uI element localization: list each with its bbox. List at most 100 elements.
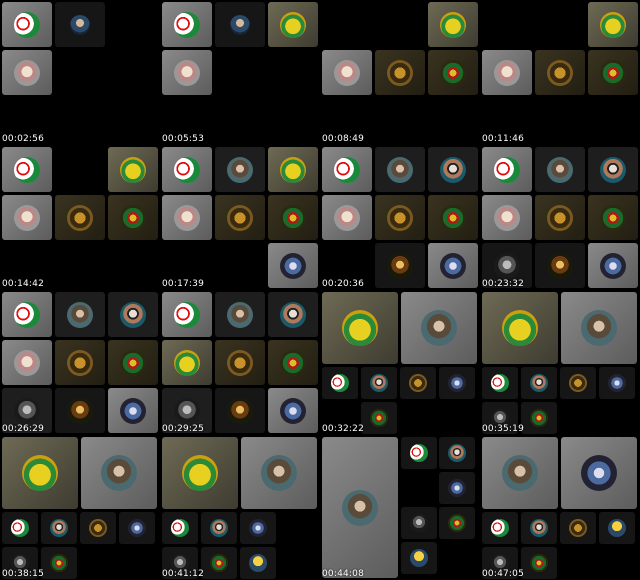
participant-tile[interactable]	[201, 512, 237, 544]
participant-tile[interactable]	[521, 512, 557, 544]
participant-tile[interactable]	[361, 367, 397, 399]
participant-tile[interactable]	[41, 512, 77, 544]
participant-tile[interactable]	[2, 2, 52, 47]
participant-tile[interactable]	[588, 195, 638, 240]
thumbnail-frame[interactable]: 00:14:42	[0, 145, 159, 290]
participant-tile[interactable]	[482, 147, 532, 192]
participant-tile[interactable]	[162, 292, 212, 337]
participant-tile[interactable]	[215, 292, 265, 337]
participant-tile[interactable]	[108, 388, 158, 433]
participant-tile[interactable]	[268, 388, 318, 433]
participant-tile[interactable]	[162, 437, 238, 509]
participant-tile[interactable]	[162, 50, 212, 95]
participant-tile[interactable]	[55, 292, 105, 337]
participant-tile[interactable]	[588, 50, 638, 95]
participant-tile[interactable]	[162, 2, 212, 47]
participant-tile[interactable]	[268, 147, 318, 192]
participant-tile[interactable]	[521, 367, 557, 399]
participant-tile[interactable]	[55, 2, 105, 47]
thumbnail-frame[interactable]: 00:08:49	[320, 0, 479, 145]
participant-tile[interactable]	[401, 437, 437, 469]
participant-tile[interactable]	[401, 507, 437, 539]
participant-tile[interactable]	[162, 340, 212, 385]
participant-tile[interactable]	[268, 340, 318, 385]
participant-tile[interactable]	[119, 512, 155, 544]
participant-tile[interactable]	[108, 195, 158, 240]
thumbnail-frame[interactable]: 00:47:05	[480, 435, 639, 580]
thumbnail-frame[interactable]: 00:23:32	[480, 145, 639, 290]
participant-tile[interactable]	[55, 340, 105, 385]
participant-tile[interactable]	[439, 367, 475, 399]
participant-tile[interactable]	[521, 402, 557, 434]
participant-tile[interactable]	[375, 50, 425, 95]
participant-tile[interactable]	[482, 367, 518, 399]
participant-tile[interactable]	[322, 437, 398, 578]
participant-tile[interactable]	[2, 50, 52, 95]
participant-tile[interactable]	[2, 512, 38, 544]
thumbnail-frame[interactable]: 00:17:39	[160, 145, 319, 290]
participant-tile[interactable]	[108, 340, 158, 385]
participant-tile[interactable]	[482, 195, 532, 240]
participant-tile[interactable]	[322, 292, 398, 364]
participant-tile[interactable]	[561, 292, 637, 364]
participant-tile[interactable]	[201, 547, 237, 579]
thumbnail-frame[interactable]: 00:38:15	[0, 435, 159, 580]
participant-tile[interactable]	[439, 472, 475, 504]
participant-tile[interactable]	[81, 437, 157, 509]
thumbnail-frame[interactable]: 00:05:53	[160, 0, 319, 145]
participant-tile[interactable]	[215, 147, 265, 192]
thumbnail-frame[interactable]: 00:26:29	[0, 290, 159, 435]
participant-tile[interactable]	[162, 195, 212, 240]
participant-tile[interactable]	[439, 437, 475, 469]
participant-tile[interactable]	[268, 195, 318, 240]
thumbnail-frame[interactable]: 00:41:12	[160, 435, 319, 580]
participant-tile[interactable]	[215, 2, 265, 47]
participant-tile[interactable]	[55, 388, 105, 433]
participant-tile[interactable]	[322, 195, 372, 240]
participant-tile[interactable]	[375, 147, 425, 192]
participant-tile[interactable]	[482, 512, 518, 544]
participant-tile[interactable]	[2, 195, 52, 240]
participant-tile[interactable]	[588, 2, 638, 47]
participant-tile[interactable]	[428, 2, 478, 47]
participant-tile[interactable]	[2, 437, 78, 509]
participant-tile[interactable]	[215, 195, 265, 240]
participant-tile[interactable]	[401, 292, 477, 364]
participant-tile[interactable]	[428, 147, 478, 192]
participant-tile[interactable]	[428, 50, 478, 95]
participant-tile[interactable]	[268, 243, 318, 288]
participant-tile[interactable]	[375, 195, 425, 240]
participant-tile[interactable]	[108, 292, 158, 337]
participant-tile[interactable]	[80, 512, 116, 544]
participant-tile[interactable]	[400, 367, 436, 399]
participant-tile[interactable]	[521, 547, 557, 579]
participant-tile[interactable]	[588, 147, 638, 192]
participant-tile[interactable]	[215, 388, 265, 433]
participant-tile[interactable]	[560, 367, 596, 399]
participant-tile[interactable]	[482, 50, 532, 95]
participant-tile[interactable]	[535, 147, 585, 192]
thumbnail-frame[interactable]: 00:20:36	[320, 145, 479, 290]
participant-tile[interactable]	[535, 50, 585, 95]
participant-tile[interactable]	[428, 195, 478, 240]
participant-tile[interactable]	[439, 507, 475, 539]
thumbnail-frame[interactable]: 00:29:25	[160, 290, 319, 435]
thumbnail-frame[interactable]: 00:35:19	[480, 290, 639, 435]
thumbnail-frame[interactable]: 00:32:22	[320, 290, 479, 435]
participant-tile[interactable]	[215, 340, 265, 385]
participant-tile[interactable]	[588, 243, 638, 288]
participant-tile[interactable]	[599, 367, 635, 399]
participant-tile[interactable]	[428, 243, 478, 288]
participant-tile[interactable]	[322, 147, 372, 192]
participant-tile[interactable]	[240, 512, 276, 544]
participant-tile[interactable]	[162, 147, 212, 192]
participant-tile[interactable]	[108, 147, 158, 192]
participant-tile[interactable]	[599, 512, 635, 544]
participant-tile[interactable]	[482, 437, 558, 509]
participant-tile[interactable]	[2, 292, 52, 337]
participant-tile[interactable]	[2, 340, 52, 385]
participant-tile[interactable]	[268, 292, 318, 337]
participant-tile[interactable]	[535, 243, 585, 288]
participant-tile[interactable]	[322, 367, 358, 399]
participant-tile[interactable]	[162, 512, 198, 544]
